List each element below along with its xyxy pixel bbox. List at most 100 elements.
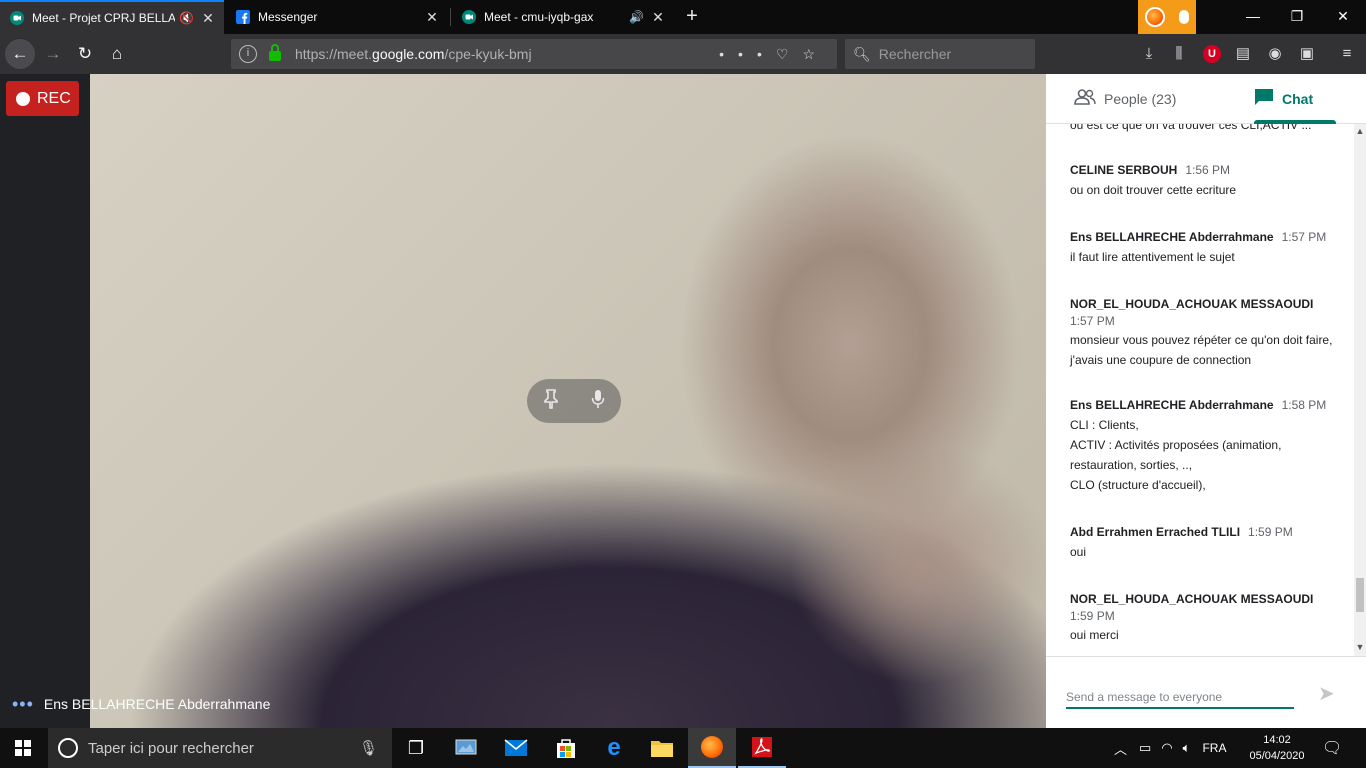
chat-input-placeholder: Send a message to everyone [1066,690,1223,704]
navigation-bar: ← → ↻ ⌂ i https://meet.google.com/cpe-ky… [0,34,1366,74]
message-time: 1:56 PM [1185,163,1231,177]
recording-indicator: REC [6,81,79,116]
meet-stage: REC ••• Ens BELLAHRECHE Abderrahmane [0,74,1046,728]
more-actions-icon: ••• [719,45,776,62]
tab-meet-projet[interactable]: Meet - Projet CPRJ BELLAHREC 🔇 ✕ [0,0,224,34]
chat-message: NOR_EL_HOUDA_ACHOUAK MESSAOUDI 1:57 PM m… [1070,294,1340,370]
new-tab-button[interactable]: + [680,4,704,30]
pin-icon[interactable] [543,388,559,414]
chat-message-input[interactable]: Send a message to everyone [1066,687,1294,709]
tab-strip: Meet - Projet CPRJ BELLAHREC 🔇 ✕ Messeng… [0,0,1366,34]
firefox-taskbar-icon[interactable] [688,728,736,768]
notification-icon[interactable]: 🗨︎ [1322,728,1342,768]
speaker-icon[interactable]: 🔊 [629,10,644,24]
url-text[interactable]: https://meet.google.com/cpe-kyuk-bmj [295,46,719,62]
reload-button[interactable]: ↻ [70,39,100,69]
show-hidden-icons[interactable]: ︿ [1114,739,1127,758]
battery-icon[interactable]: ▭ [1139,740,1151,756]
close-tab-icon[interactable]: ✕ [424,9,440,26]
acrobat-icon[interactable] [738,728,786,768]
screenshot-icon[interactable]: ▣ [1296,43,1318,65]
ublock-icon[interactable]: U [1203,45,1221,63]
message-time: 1:59 PM [1248,525,1293,539]
url-bar[interactable]: i https://meet.google.com/cpe-kyuk-bmj •… [231,39,837,69]
message-sender: NOR_EL_HOUDA_ACHOUAK MESSAOUDI [1070,297,1314,311]
file-explorer-icon[interactable] [638,728,686,768]
tab-meet-cmu[interactable]: Meet - cmu-iyqb-gax 🔊 ✕ [452,0,674,34]
close-tab-icon[interactable]: ✕ [650,9,666,26]
volume-icon[interactable]: 🔈︎ [1183,740,1191,756]
muted-speaker-icon[interactable]: 🔇 [179,11,194,25]
facebook-icon [236,10,250,24]
chat-message: Ens BELLAHRECHE Abderrahmane 1:58 PM CLI … [1070,395,1340,495]
microphone-icon[interactable]: 🎙︎ [359,739,378,757]
message-time: 1:57 PM [1070,314,1115,328]
chat-message: Ens BELLAHRECHE Abderrahmane 1:57 PM il f… [1070,227,1340,267]
tab-people[interactable]: People (23) [1074,74,1176,124]
menu-icon[interactable]: ≡ [1336,43,1358,65]
page-actions[interactable]: •••♡☆ [719,46,829,63]
message-sender: Ens BELLAHRECHE Abderrahmane [1070,398,1274,412]
tab-title: Meet - Projet CPRJ BELLAHREC [32,11,175,25]
tab-chat[interactable]: Chat [1254,74,1313,124]
task-view-icon[interactable]: ❐ [392,728,440,768]
clock-date: 05/04/2020 [1249,750,1305,762]
message-text: CLO (structure d'accueil), [1070,478,1206,492]
tab-title: Meet - cmu-iyqb-gax [484,10,594,24]
message-text: CLI : Clients, [1070,418,1139,432]
store-icon[interactable] [542,728,590,768]
taskbar-clock[interactable]: 14:02 05/04/2020 [1244,732,1310,764]
meet-icon [462,10,476,24]
close-tab-icon[interactable]: ✕ [200,10,216,27]
message-sender: NOR_EL_HOUDA_ACHOUAK MESSAOUDI [1070,592,1314,606]
forward-button[interactable]: → [38,39,68,69]
scroll-down-icon[interactable]: ▼ [1354,642,1366,652]
edge-icon[interactable]: e [590,728,638,768]
active-speaker-label: ••• Ens BELLAHRECHE Abderrahmane [12,694,270,714]
message-time: 1:57 PM [1281,230,1327,244]
clock-time: 14:02 [1263,734,1291,746]
message-text: oui [1070,545,1087,559]
lock-icon[interactable] [269,44,281,61]
microphone-icon[interactable] [1179,10,1189,24]
message-sender: CELINE SERBOUH [1070,163,1178,177]
panel-tabs: People (23) Chat [1046,74,1366,124]
taskbar-search[interactable]: Taper ici pour rechercher 🎙︎ [48,728,392,768]
search-icon: 🔍︎ [853,45,871,62]
sidebar-icon[interactable]: ▤ [1232,43,1254,65]
close-window-button[interactable]: ✕ [1320,0,1366,34]
send-icon[interactable]: ➤ [1318,681,1335,706]
start-button[interactable] [0,728,46,768]
taskbar: Taper ici pour rechercher 🎙︎ ❐ e ︿ ▭ ◠ 🔈… [0,728,1366,768]
bookmark-star-icon: ☆ [802,45,829,62]
back-button[interactable]: ← [5,39,35,69]
chat-message: CELINE SERBOUH 1:56 PM ou on doit trouver… [1070,160,1340,200]
control-panel-icon[interactable] [442,728,490,768]
wifi-icon[interactable]: ◠ [1161,740,1172,756]
scroll-up-icon[interactable]: ▲ [1354,126,1366,136]
speaking-indicator-icon: ••• [12,694,34,714]
chat-messages[interactable]: ou est ce que on va trouver ces CLI,ACTI… [1046,124,1354,656]
info-icon[interactable]: i [239,45,257,63]
chat-scrollbar[interactable]: ▲ ▼ [1354,124,1366,656]
message-text: il faut lire attentivement le sujet [1070,250,1235,264]
search-placeholder: Rechercher [878,46,952,62]
search-bar[interactable]: 🔍︎ Rechercher [845,39,1035,69]
microphone-icon[interactable] [591,389,605,414]
download-icon[interactable]: ⤓ [1138,43,1160,65]
message-text: monsieur vous pouvez répéter ce qu'on do… [1070,333,1333,367]
home-button[interactable]: ⌂ [102,39,132,69]
language-indicator[interactable]: FRA [1202,741,1226,755]
restore-button[interactable]: ❐ [1274,0,1320,34]
mail-icon[interactable] [492,728,540,768]
account-icon[interactable]: ◉ [1264,43,1286,65]
minimize-button[interactable]: — [1230,0,1276,34]
firefox-icon[interactable] [1145,7,1165,27]
library-icon[interactable]: ⫼ [1168,43,1190,65]
scroll-thumb[interactable] [1356,578,1364,612]
tab-title: Messenger [258,10,318,24]
chat-message-partial: ou est ce que on va trouver ces CLI,ACTI… [1070,124,1312,132]
taskbar-search-placeholder: Taper ici pour rechercher [88,739,254,757]
tab-messenger[interactable]: Messenger ✕ [226,0,448,34]
windows-logo-icon [15,740,31,756]
